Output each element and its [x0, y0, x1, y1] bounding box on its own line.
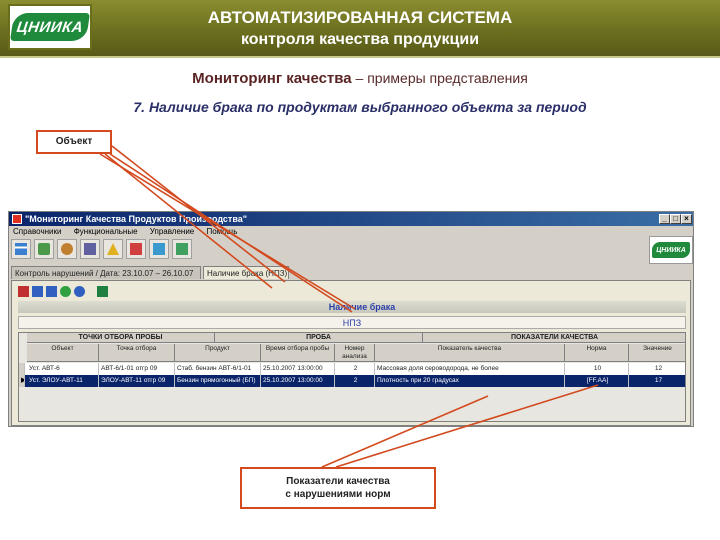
header-banner: ЦНИИКА АВТОМАТИЗИРОВАННАЯ СИСТЕМА контро… — [0, 0, 720, 56]
tab-filter[interactable]: Контроль нарушений / Дата: 23.10.07 – 26… — [11, 266, 201, 279]
toolbar-button-export[interactable] — [172, 239, 192, 259]
refresh-icon[interactable] — [60, 286, 71, 297]
row-indicator — [19, 363, 25, 375]
cell-object: Уст. АВТ-6 — [27, 363, 99, 375]
cell-time: 25.10.2007 13:00:00 — [261, 363, 335, 375]
report-icon — [153, 243, 165, 255]
cell-point: АВТ-6/1-01 отгр 09 — [99, 363, 175, 375]
tab-defects[interactable]: Наличие брака (НПЗ) — [203, 266, 289, 279]
close-button[interactable]: × — [681, 214, 692, 224]
indicators-callout: Показатели качества с нарушениями норм — [240, 467, 436, 509]
cell-norm: [FF.AA] — [565, 375, 629, 387]
cell-analysis: 2 — [335, 363, 375, 375]
cell-indicator: Плотность при 20 градусах — [375, 375, 565, 387]
app-logo: ЦНИИКА — [649, 236, 693, 264]
defects-table: ТОЧКИ ОТБОРА ПРОБЫ ПРОБА ПОКАЗАТЕЛИ КАЧЕ… — [18, 332, 686, 422]
column-header-point[interactable]: Точка отбора — [99, 344, 175, 362]
section-heading: 7. Наличие брака по продуктам выбранного… — [133, 99, 587, 115]
column-header-product[interactable]: Продукт — [175, 344, 261, 362]
tab-strip: Контроль нарушений / Дата: 23.10.07 – 26… — [11, 266, 691, 279]
toolbar-button-edit[interactable] — [34, 239, 54, 259]
column-header-value[interactable]: Значение — [629, 344, 685, 362]
edit-icon — [38, 243, 50, 255]
tools-icon — [61, 243, 73, 255]
minimize-button[interactable]: _ — [659, 214, 670, 224]
cell-time: 25.10.2007 13:00:00 — [261, 375, 335, 387]
navigate-icon[interactable] — [74, 286, 85, 297]
maximize-button[interactable]: □ — [670, 214, 681, 224]
window-titlebar[interactable]: "Мониторинг Качества Продуктов Производс… — [9, 212, 693, 226]
toolbar-button-tools[interactable] — [57, 239, 77, 259]
menu-item-management[interactable]: Управление — [150, 227, 194, 236]
panel-toolbar — [18, 286, 108, 297]
defects-panel: Наличие брака НПЗ ТОЧКИ ОТБОРА ПРОБЫ ПРО… — [11, 280, 691, 426]
object-callout: Объект — [36, 130, 112, 154]
table-row-selected[interactable]: ▶ Уст. ЭЛОУ-АВТ-11 ЭЛОУ-АВТ-11 отгр 09 Б… — [19, 375, 685, 387]
toolbar-spacer — [88, 286, 94, 297]
cell-value: 12 — [629, 363, 685, 375]
group-header-sample: ПРОБА — [215, 333, 423, 343]
grid-icon — [15, 243, 27, 255]
cell-indicator: Массовая доля сероводорода, не более — [375, 363, 565, 375]
cell-point: ЭЛОУ-АВТ-11 отгр 09 — [99, 375, 175, 387]
filter-icon — [84, 243, 96, 255]
app-window: "Мониторинг Качества Продуктов Производс… — [8, 211, 694, 427]
excel-icon[interactable] — [97, 286, 108, 297]
company-logo: ЦНИИКА — [8, 4, 92, 50]
group-header-indicators: ПОКАЗАТЕЛИ КАЧЕСТВА — [423, 333, 685, 343]
app-icon — [12, 214, 22, 224]
column-header-time[interactable]: Время отбора пробы — [261, 344, 335, 362]
cell-object: Уст. ЭЛОУ-АВТ-11 — [27, 375, 99, 387]
column-header-object[interactable]: Объект — [27, 344, 99, 362]
header-subtitle: контроля качества продукции — [240, 31, 480, 48]
group-header-points: ТОЧКИ ОТБОРА ПРОБЫ — [27, 333, 215, 343]
indicators-callout-line2: с нарушениями норм — [285, 489, 391, 500]
toolbar-button-filter[interactable] — [80, 239, 100, 259]
cell-product: Бензин прямогонный (БП) — [175, 375, 261, 387]
subtitle-main: Мониторинг качества — [192, 70, 352, 87]
sort-icon[interactable] — [46, 286, 57, 297]
row-indicator-arrow-icon: ▶ — [19, 375, 25, 387]
logo-text: ЦНИИКА — [10, 13, 90, 41]
toolbar-button-alert[interactable] — [126, 239, 146, 259]
table-row[interactable]: Уст. АВТ-6 АВТ-6/1-01 отгр 09 Стаб. бенз… — [19, 363, 685, 375]
main-toolbar — [11, 239, 192, 261]
slide-subtitle: Мониторинг качества – примеры представле… — [0, 70, 720, 87]
app-logo-text: ЦНИИКА — [652, 242, 690, 258]
cell-analysis: 2 — [335, 375, 375, 387]
indicators-callout-line1: Показатели качества — [286, 476, 390, 487]
subtitle-rest: – примеры представления — [351, 70, 528, 86]
header-title: АВТОМАТИЗИРОВАННАЯ СИСТЕМА — [207, 8, 513, 27]
window-title: "Мониторинг Качества Продуктов Производс… — [25, 214, 248, 224]
panel-title: Наличие брака — [18, 301, 686, 313]
column-header-norm[interactable]: Норма — [565, 344, 629, 362]
cell-norm: 10 — [565, 363, 629, 375]
header-divider — [0, 56, 720, 58]
alert-icon — [130, 243, 142, 255]
menu-item-dictionaries[interactable]: Справочники — [13, 227, 61, 236]
column-header-indicator[interactable]: Показатель качества — [375, 344, 565, 362]
cell-product: Стаб. бензин АВТ-6/1-01 — [175, 363, 261, 375]
list-icon[interactable] — [32, 286, 43, 297]
print-icon[interactable] — [18, 286, 29, 297]
export-icon — [176, 243, 188, 255]
menu-item-functional[interactable]: Функциональные — [74, 227, 138, 236]
menu-bar: Справочники Функциональные Управление По… — [9, 226, 693, 238]
cell-value: 17 — [629, 375, 685, 387]
warning-icon — [107, 243, 119, 255]
toolbar-button-warning[interactable] — [103, 239, 123, 259]
menu-item-help[interactable]: Помощь — [206, 227, 237, 236]
toolbar-button-dictionary[interactable] — [11, 239, 31, 259]
column-header-analysis[interactable]: Номер анализа — [335, 344, 375, 362]
object-name: НПЗ — [18, 316, 686, 329]
toolbar-button-report[interactable] — [149, 239, 169, 259]
